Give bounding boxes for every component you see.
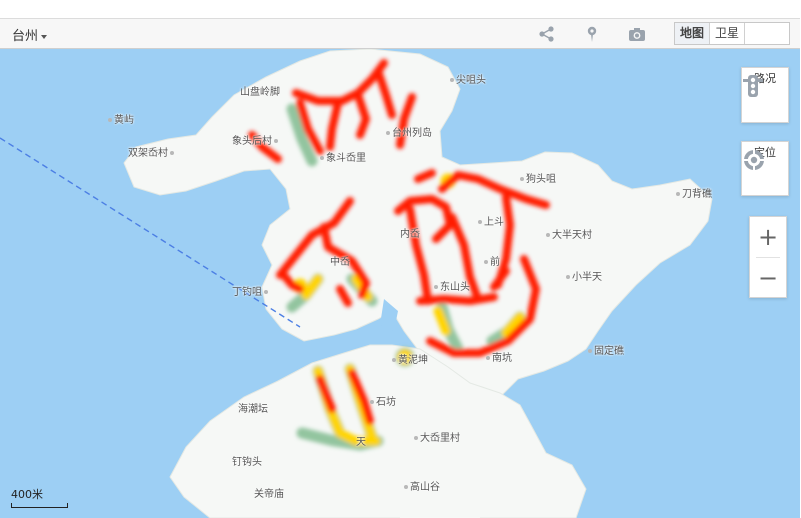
map-type-switcher: 地图 卫星 [674,22,790,45]
traffic-button[interactable]: 路况 [741,67,789,123]
place-label: 黄泥坤 [390,351,428,366]
map-app: 台州 地图 卫星 山盘岭脚 尖咀头 黄屿 双架岙村 象头后村 台州列岛 象斗岙里… [0,0,801,518]
place-label: 上斗 [476,213,504,228]
zoom-out-button[interactable]: − [750,258,786,298]
place-label: 固定礁 [586,342,624,357]
city-name: 台州 [12,29,39,44]
place-label: 象头后村 [232,132,280,147]
place-label: 台州列岛 [384,124,432,139]
place-label: 前 [482,253,500,268]
place-label: 丁钓咀 [232,283,270,298]
chevron-down-icon [41,34,48,39]
place-label: 象斗岙里 [318,149,366,164]
locate-button[interactable]: 定位 [741,141,789,196]
place-label: 钉钩头 [232,457,262,468]
scale-bar: 400米 [11,486,68,508]
locate-icon [743,149,765,171]
city-selector[interactable]: 台州 [12,25,48,44]
place-label: 大岙里村 [412,429,460,444]
map-type-satellite[interactable]: 卫星 [710,23,746,44]
camera-icon[interactable] [627,25,647,43]
place-label: 海潮坛 [238,404,268,415]
zoom-control: + − [749,216,787,298]
place-label: 尖咀头 [448,71,486,86]
place-label: 中岙 [330,257,350,268]
map-type-extra[interactable] [745,23,789,44]
place-label: 山盘岭脚 [240,87,280,98]
place-label: 石坊 [368,393,396,408]
place-label: 黄屿 [106,111,134,126]
map-type-roadmap[interactable]: 地图 [675,23,711,44]
place-label: 大半天村 [544,226,592,241]
place-label: 刀背礁 [674,185,712,200]
place-label: 天 [356,437,366,448]
share-icon[interactable] [538,25,556,43]
place-label: 内岙 [400,229,420,240]
place-label: 南坑 [484,349,512,364]
scale-ruler [11,503,68,508]
map-canvas[interactable]: 山盘岭脚 尖咀头 黄屿 双架岙村 象头后村 台州列岛 象斗岙里 狗头咀 刀背礁 … [0,49,800,518]
scale-label: 400米 [11,488,43,501]
place-label: 狗头咀 [518,170,556,185]
place-label: 东山头 [432,278,470,293]
map-toolbar: 台州 地图 卫星 [0,18,800,49]
traffic-light-icon [743,75,763,97]
place-label: 高山谷 [402,478,440,493]
map-pin-icon[interactable] [583,25,601,43]
place-label: 双架岙村 [128,144,176,159]
place-label: 小半天 [564,268,602,283]
place-label: 关帝庙 [254,489,284,500]
zoom-in-button[interactable]: + [750,217,786,257]
